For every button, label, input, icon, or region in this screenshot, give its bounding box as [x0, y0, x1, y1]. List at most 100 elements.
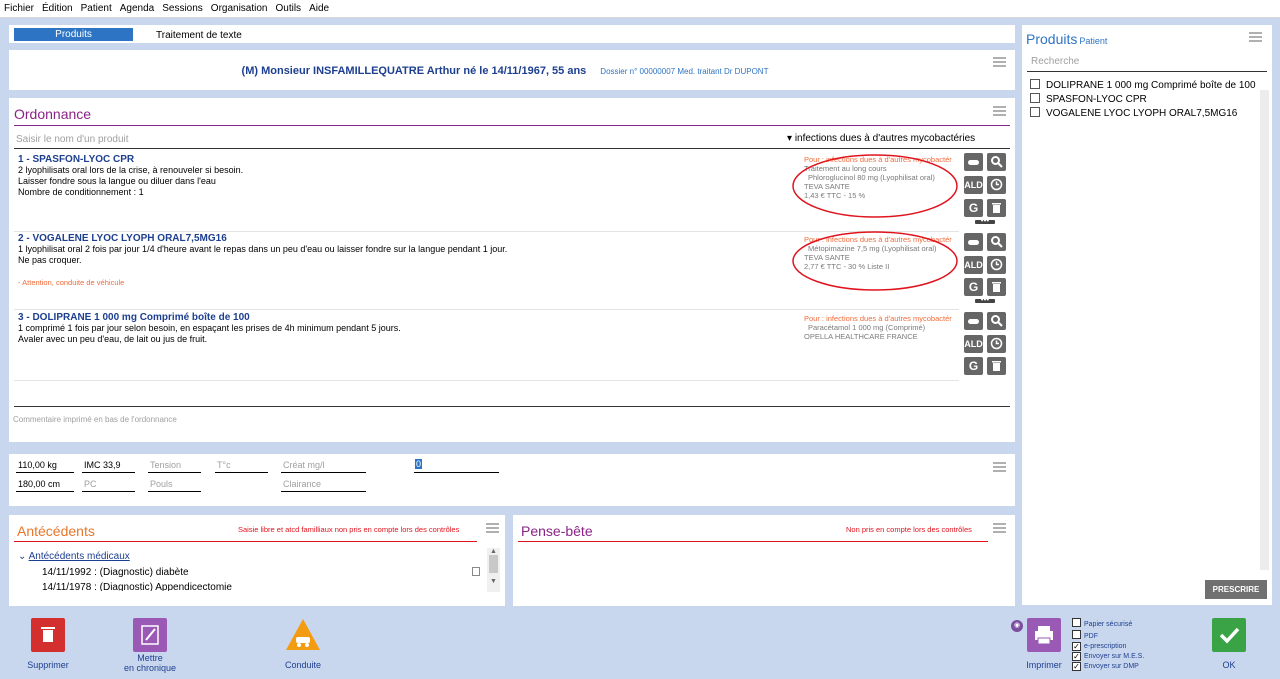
checkbox[interactable] — [1030, 107, 1040, 117]
menu-icon[interactable] — [993, 523, 1006, 533]
menu-icon[interactable] — [993, 106, 1006, 116]
menu-sessions[interactable]: Sessions — [158, 0, 207, 14]
ordonnance-title: Ordonnance — [14, 106, 92, 122]
product-label: DOLIPRANE 1 000 mg Comprimé boîte de 100 — [1046, 80, 1256, 91]
clock-icon[interactable] — [987, 335, 1006, 353]
check-icon — [1212, 618, 1246, 652]
clock-icon[interactable] — [987, 176, 1006, 194]
item-posology: 1 lyophilisat oral 2 fois par jour 1/4 d… — [18, 244, 508, 265]
more-icon[interactable]: ••• — [975, 296, 995, 304]
checkbox[interactable] — [1030, 79, 1040, 89]
produits-header: Produits Patient — [1026, 31, 1107, 47]
annotation-ellipse — [792, 154, 958, 218]
product-search-input[interactable]: Saisir le nom d'un produit — [16, 134, 129, 145]
checkbox[interactable] — [1030, 93, 1040, 103]
antecedents-panel: Antécédents Saisie libre et atcd familli… — [9, 515, 505, 606]
conduite-button[interactable]: Conduite — [270, 618, 336, 670]
menu-agenda[interactable]: Agenda — [116, 0, 158, 14]
note-icon[interactable] — [472, 567, 480, 576]
pouls-field[interactable]: Pouls — [150, 479, 173, 489]
papier-securise-checkbox[interactable]: Papier sécurisé — [1072, 618, 1144, 630]
generic-button[interactable]: G — [964, 199, 983, 217]
menu-patient[interactable]: Patient — [77, 0, 116, 14]
imprimer-button[interactable]: Imprimer — [1022, 618, 1066, 670]
more-icon[interactable]: ••• — [975, 217, 995, 225]
search-icon[interactable] — [987, 153, 1006, 171]
patient-info: (M) Monsieur INSFAMILLEQUATRE Arthur né … — [0, 65, 1010, 77]
ok-button[interactable]: OK — [1207, 618, 1251, 670]
tab-produits[interactable]: Produits — [14, 28, 133, 41]
creat-field[interactable]: Créat mg/l — [283, 460, 325, 470]
item-title: 1 - SPASFON-LYOC CPR — [18, 154, 135, 165]
antecedents-title: Antécédents — [17, 523, 95, 539]
scrollbar[interactable] — [1260, 90, 1269, 570]
product-item[interactable]: VOGALENE LYOC LYOPH ORAL7,5MG16 — [1030, 107, 1237, 121]
toggle-icon[interactable] — [964, 233, 983, 251]
menu-outils[interactable]: Outils — [272, 0, 306, 14]
trash-icon[interactable] — [987, 199, 1006, 217]
prescription-item-1[interactable]: 1 - SPASFON-LYOC CPR 2 lyophilisats oral… — [18, 154, 778, 198]
prescription-item-3[interactable]: 3 - DOLIPRANE 1 000 mg Comprimé boîte de… — [18, 312, 778, 345]
checkbox-label: PDF — [1084, 633, 1098, 640]
menu-aide[interactable]: Aide — [305, 0, 333, 14]
tab-traitement-texte[interactable]: Traitement de texte — [156, 30, 242, 41]
generic-button[interactable]: G — [964, 357, 983, 375]
search-icon[interactable] — [987, 312, 1006, 330]
chronique-button[interactable]: Mettre en chronique — [117, 618, 183, 673]
antecedent-row[interactable]: 14/11/1978 : (Diagnostic) Appendicectomi… — [42, 581, 232, 591]
menu-fichier[interactable]: Fichier — [0, 0, 38, 14]
mes-checkbox[interactable]: ✓ Envoyer sur M.E.S. — [1072, 652, 1144, 662]
value-field[interactable]: 0 — [415, 459, 423, 469]
supprimer-label: Supprimer — [27, 660, 69, 670]
menu-organisation[interactable]: Organisation — [207, 0, 272, 14]
checkbox-label: e-prescription — [1084, 643, 1127, 650]
menu-icon[interactable] — [993, 462, 1006, 472]
comment-input[interactable]: Commentaire imprimé en bas de l'ordonnan… — [13, 415, 177, 424]
ald-button[interactable]: ALD — [964, 256, 983, 274]
search-icon[interactable] — [987, 233, 1006, 251]
antecedents-group[interactable]: ⌄ Antécédents médicaux — [18, 551, 130, 562]
trash-icon[interactable] — [987, 357, 1006, 375]
scrollbar[interactable]: ▲ ▼ — [487, 548, 500, 592]
item-title: 2 - VOGALENE LYOC LYOPH ORAL7,5MG16 — [18, 233, 227, 244]
car-warning-icon — [286, 619, 320, 650]
item-title: 3 - DOLIPRANE 1 000 mg Comprimé boîte de… — [18, 312, 250, 323]
toggle-icon[interactable] — [964, 153, 983, 171]
produits-search-input[interactable]: Recherche — [1031, 56, 1079, 67]
clock-icon[interactable] — [987, 256, 1006, 274]
ordonnance-panel: Ordonnance Saisir le nom d'un produit ▾ … — [9, 98, 1015, 442]
trash-icon[interactable] — [987, 278, 1006, 296]
item-posology: 2 lyophilisats oral lors de la crise, à … — [18, 165, 244, 197]
menu-edition[interactable]: Édition — [38, 0, 77, 14]
search-underline — [14, 148, 1010, 149]
calendar-edit-icon — [133, 618, 167, 652]
generic-button[interactable]: G — [964, 278, 983, 296]
antecedent-row[interactable]: 14/11/1992 : (Diagnostic) diabète — [42, 567, 189, 578]
product-item[interactable]: SPASFON-LYOC CPR — [1030, 93, 1147, 107]
patient-name: (M) Monsieur INSFAMILLEQUATRE Arthur né … — [241, 65, 587, 77]
height-field[interactable]: 180,00 cm — [18, 479, 60, 489]
e-prescription-checkbox[interactable]: ✓ e-prescription — [1072, 642, 1144, 652]
search-underline — [1027, 71, 1267, 72]
tension-field[interactable]: Tension — [150, 460, 181, 470]
product-item[interactable]: DOLIPRANE 1 000 mg Comprimé boîte de 100 — [1030, 79, 1256, 93]
prescription-item-2[interactable]: 2 - VOGALENE LYOC LYOPH ORAL7,5MG16 1 ly… — [18, 233, 778, 287]
ald-button[interactable]: ALD — [964, 335, 983, 353]
temperature-field[interactable]: T°c — [217, 460, 231, 470]
clairance-field[interactable]: Clairance — [283, 479, 321, 489]
toggle-icon[interactable] — [964, 312, 983, 330]
supprimer-button[interactable]: Supprimer — [15, 618, 81, 670]
dmp-checkbox[interactable]: ✓ Envoyer sur DMP — [1072, 662, 1144, 672]
menu-icon[interactable] — [486, 523, 499, 533]
ok-label: OK — [1222, 660, 1236, 670]
pense-bete-title: Pense-bête — [521, 523, 593, 539]
menu-icon[interactable] — [1249, 32, 1262, 42]
chronique-label: Mettre en chronique — [123, 653, 177, 673]
weight-field[interactable]: 110,00 kg — [18, 460, 57, 470]
pdf-checkbox[interactable]: PDF — [1072, 630, 1144, 642]
item-details-3: Pour : infections dues à d'autres mycoba… — [804, 314, 964, 341]
indication-dropdown[interactable]: ▾ infections dues à d'autres mycobactéri… — [787, 133, 975, 144]
pc-field[interactable]: PC — [84, 479, 97, 489]
prescrire-button[interactable]: PRESCRIRE — [1205, 580, 1267, 599]
ald-button[interactable]: ALD — [964, 176, 983, 194]
